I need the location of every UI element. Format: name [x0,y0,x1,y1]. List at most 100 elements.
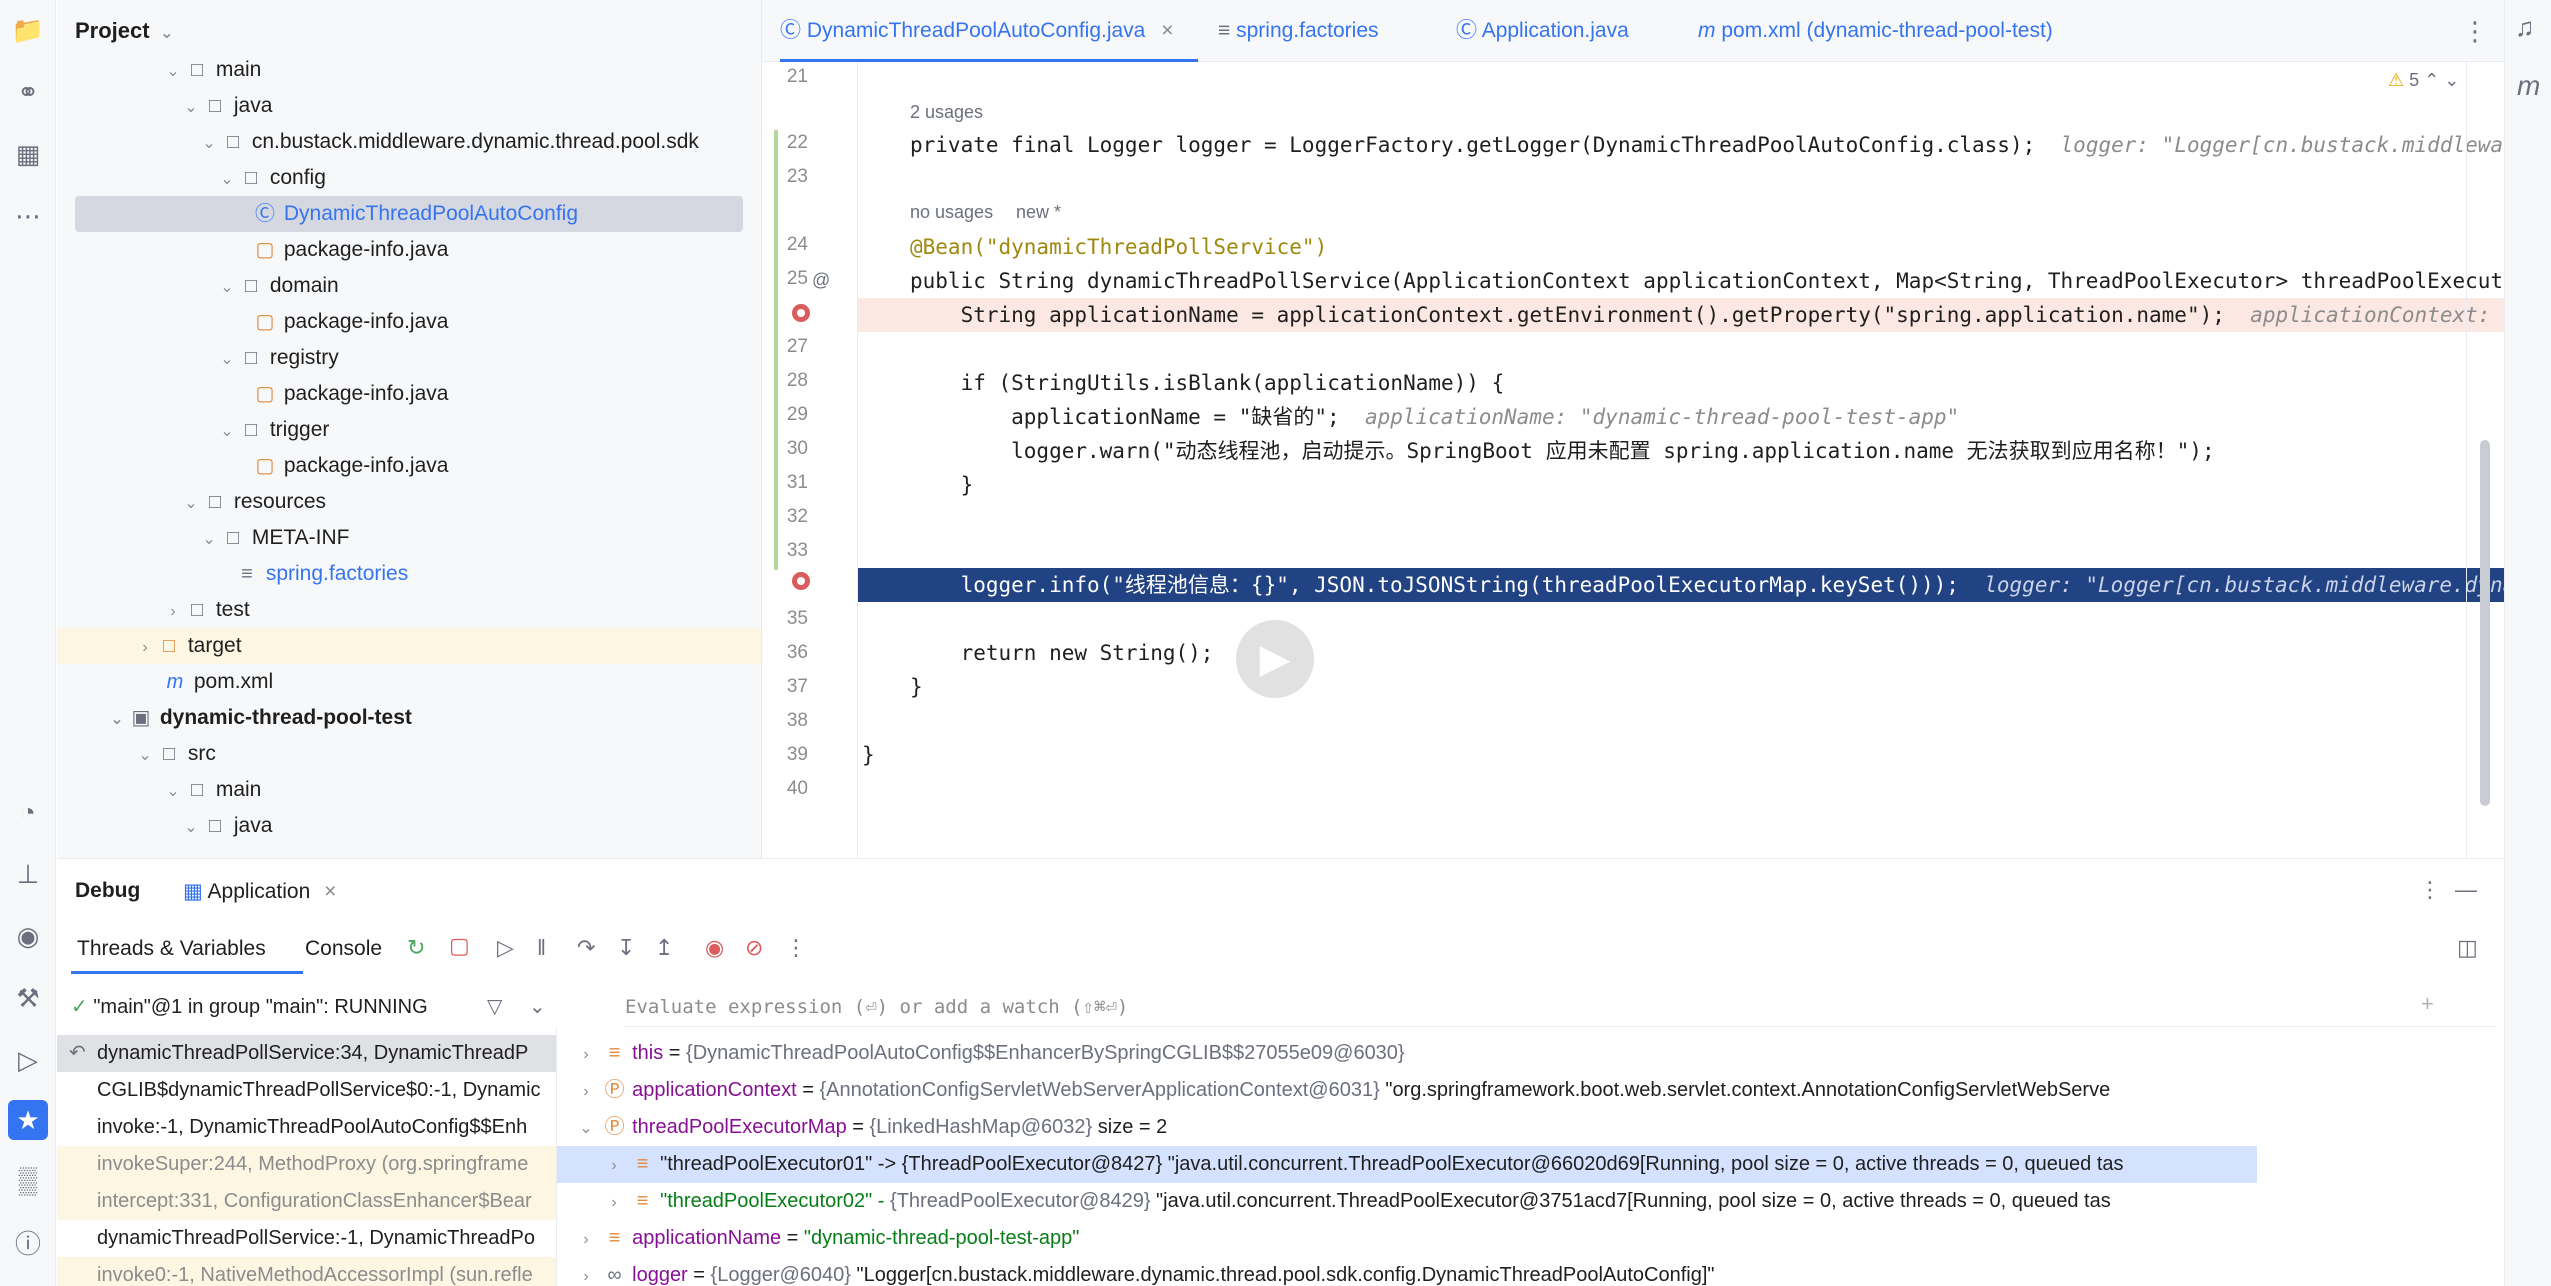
variable-row[interactable]: › ≡ "threadPoolExecutor02" - {ThreadPool… [557,1183,2257,1220]
minimize-icon[interactable]: — [2455,877,2477,903]
variable-row-selected[interactable]: › ≡ "threadPoolExecutor01" -> {ThreadPoo… [557,1146,2257,1183]
step-into-icon[interactable]: ↧ [617,935,635,961]
build-icon[interactable]: ⊥ [8,854,48,894]
code-line-28[interactable]: if (StringUtils.isBlank(applicationName)… [910,366,1505,400]
chevron-down-icon[interactable]: ⌄ [575,1110,597,1146]
code-line-30[interactable]: logger.warn("动态线程池，启动提示。SpringBoot 应用未配置… [910,434,2214,468]
tree-item[interactable]: ⌄ □ resources [57,484,761,520]
code-line-25[interactable]: public String dynamicThreadPollService(A… [910,264,2504,298]
breakpoint-icon[interactable] [792,304,810,322]
chevron-down-icon[interactable]: ⌄ [156,23,178,43]
tree-item[interactable]: ⌄ □ config [57,160,761,196]
frame-row[interactable]: invoke:-1, DynamicThreadPoolAutoConfig$$… [57,1109,556,1146]
chevron-right-icon[interactable]: › [603,1147,625,1183]
rerun-icon[interactable]: ↻ [407,935,425,961]
chevron-up-icon[interactable]: ⌃ [2424,70,2439,90]
code-line-24[interactable]: @Bean("dynamicThreadPollService") [910,230,1327,264]
tree-item[interactable]: ⌄ □ main [57,772,761,808]
chevron-right-icon[interactable]: › [575,1036,597,1072]
chevron-down-icon[interactable]: ⌄ [180,810,202,846]
tree-item[interactable]: ⌄ □ java [57,88,761,124]
chevron-down-icon[interactable]: ⌄ [180,486,202,522]
close-session-icon[interactable]: × [324,880,336,903]
notifications-bell-icon[interactable]: ♫ [2515,12,2535,43]
close-tab-icon[interactable]: × [1161,19,1173,42]
editor-scrollbar[interactable] [2480,440,2490,806]
usages-hint[interactable]: 2 usages [910,102,983,123]
tree-item[interactable]: ⌄ ▣ dynamic-thread-pool-test [57,700,761,736]
thread-selector[interactable]: ✓ "main"@1 in group "main": RUNNING ▽ ⌄ [71,987,599,1027]
chevron-down-icon[interactable]: ⌄ [2444,70,2459,90]
tree-item-selected[interactable]: Ⓒ DynamicThreadPoolAutoConfig [75,196,743,232]
tree-item[interactable]: ⌄ □ cn.bustack.middleware.dynamic.thread.… [57,124,761,160]
tree-item[interactable]: ⌄ □ trigger [57,412,761,448]
step-out-icon[interactable]: ↥ [655,935,673,961]
maven-icon[interactable]: ⚒ [8,978,48,1018]
tree-item[interactable]: m pom.xml [57,664,761,700]
structure-icon[interactable]: ▦ [8,134,48,174]
tree-item[interactable]: ▢ package-info.java [57,304,761,340]
frame-row[interactable]: invokeSuper:244, MethodProxy (org.spring… [57,1146,556,1183]
problems-icon[interactable]: ⓘ [8,1222,48,1262]
code-line-31[interactable]: } [910,468,974,502]
tree-item[interactable]: › □ test [57,592,761,628]
variable-row[interactable]: › ≡ this = {DynamicThreadPoolAutoConfig$… [557,1035,2257,1072]
chevron-down-icon[interactable]: ⌄ [106,702,128,738]
variable-row[interactable]: ⌄ Ⓟ threadPoolExecutorMap = {LinkedHashM… [557,1109,2257,1146]
chevron-right-icon[interactable]: › [603,1184,625,1220]
frame-row[interactable]: invoke0:-1, NativeMethodAccessorImpl (su… [57,1257,556,1286]
code-line-29[interactable]: applicationName = "缺省的"; applicationName… [910,400,1959,434]
tree-item[interactable]: › □ target [57,628,761,664]
chevron-down-icon[interactable]: ⌄ [198,126,220,162]
debug-bug-icon[interactable]: ★ [8,1100,48,1140]
commit-icon[interactable]: ⚭ [8,72,48,112]
variable-row[interactable]: › ∞ logger = {Logger@6040} "Logger[cn.bu… [557,1257,2257,1286]
tree-item[interactable]: ⌄ □ java [57,808,761,844]
breakpoint-icon[interactable] [792,572,810,590]
chevron-right-icon[interactable]: › [575,1073,597,1109]
layout-settings-icon[interactable]: ◫ [2457,935,2478,961]
step-over-icon[interactable]: ↷ [577,935,595,961]
tree-item[interactable]: ▢ package-info.java [57,448,761,484]
chevron-down-icon[interactable]: ⌄ [198,522,220,558]
author-hint[interactable]: new * [1016,202,1061,223]
chevron-down-icon[interactable]: ⌄ [134,738,156,774]
frame-row[interactable]: CGLIB$dynamicThreadPollService$0:-1, Dyn… [57,1072,556,1109]
chevron-down-icon[interactable]: ⌄ [529,987,546,1027]
chevron-right-icon[interactable]: › [575,1221,597,1257]
project-folder-icon[interactable]: 📁 [8,10,48,50]
code-line-26[interactable]: String applicationName = applicationCont… [910,298,2504,332]
chevron-down-icon[interactable]: ⌄ [162,774,184,810]
tab-pom-xml[interactable]: m pom.xml (dynamic-thread-pool-test) [1698,0,2053,62]
chevron-right-icon[interactable]: › [575,1258,597,1286]
chevron-down-icon[interactable]: ⌄ [216,270,238,306]
add-watch-icon[interactable]: + [2421,991,2434,1017]
frame-row[interactable]: dynamicThreadPollService:-1, DynamicThre… [57,1220,556,1257]
tab-dynamic-thread-pool-auto-config[interactable]: Ⓒ DynamicThreadPoolAutoConfig.java × [780,0,1198,62]
code-line-39[interactable]: } [862,738,875,772]
editor-gutter[interactable]: 21 22 23 24 25 27 28 29 30 31 32 33 35 3… [762,62,858,858]
usages-hint[interactable]: no usages [910,202,993,223]
resume-icon[interactable]: ▷ [497,935,514,961]
code-line-37[interactable]: } [910,670,923,704]
maven-panel-icon[interactable]: m [2517,70,2540,102]
services-icon[interactable]: ◉ [8,916,48,956]
variable-row[interactable]: › Ⓟ applicationContext = {AnnotationConf… [557,1072,2257,1109]
tree-item[interactable]: ≡ spring.factories [57,556,761,592]
frame-row[interactable]: intercept:331, ConfigurationClassEnhance… [57,1183,556,1220]
view-breakpoints-icon[interactable]: ◉ [705,935,724,961]
tree-item[interactable]: ▢ package-info.java [57,376,761,412]
project-header[interactable]: Project ⌄ [75,18,178,44]
tab-application[interactable]: Ⓒ Application.java [1456,0,1629,62]
more-actions-icon[interactable]: ⋮ [785,935,807,961]
inspection-widget[interactable]: ⚠ 5 ⌃ ⌄ [2388,70,2459,91]
tree-item[interactable]: ⌄ □ src [57,736,761,772]
code-line-36[interactable]: return new String(); [910,636,1214,670]
tree-item[interactable]: ⌄ □ registry [57,340,761,376]
terminal-icon[interactable]: ▒ [8,1160,48,1200]
tree-item[interactable]: ⌄ □ META-INF [57,520,761,556]
more-tools-icon[interactable]: ⋯ [8,196,48,236]
code-editor[interactable]: 21 22 23 24 25 27 28 29 30 31 32 33 35 3… [762,62,2504,858]
debug-session-tab[interactable]: ▦ Application × [183,879,336,904]
tab-threads-variables[interactable]: Threads & Variables [77,937,266,961]
